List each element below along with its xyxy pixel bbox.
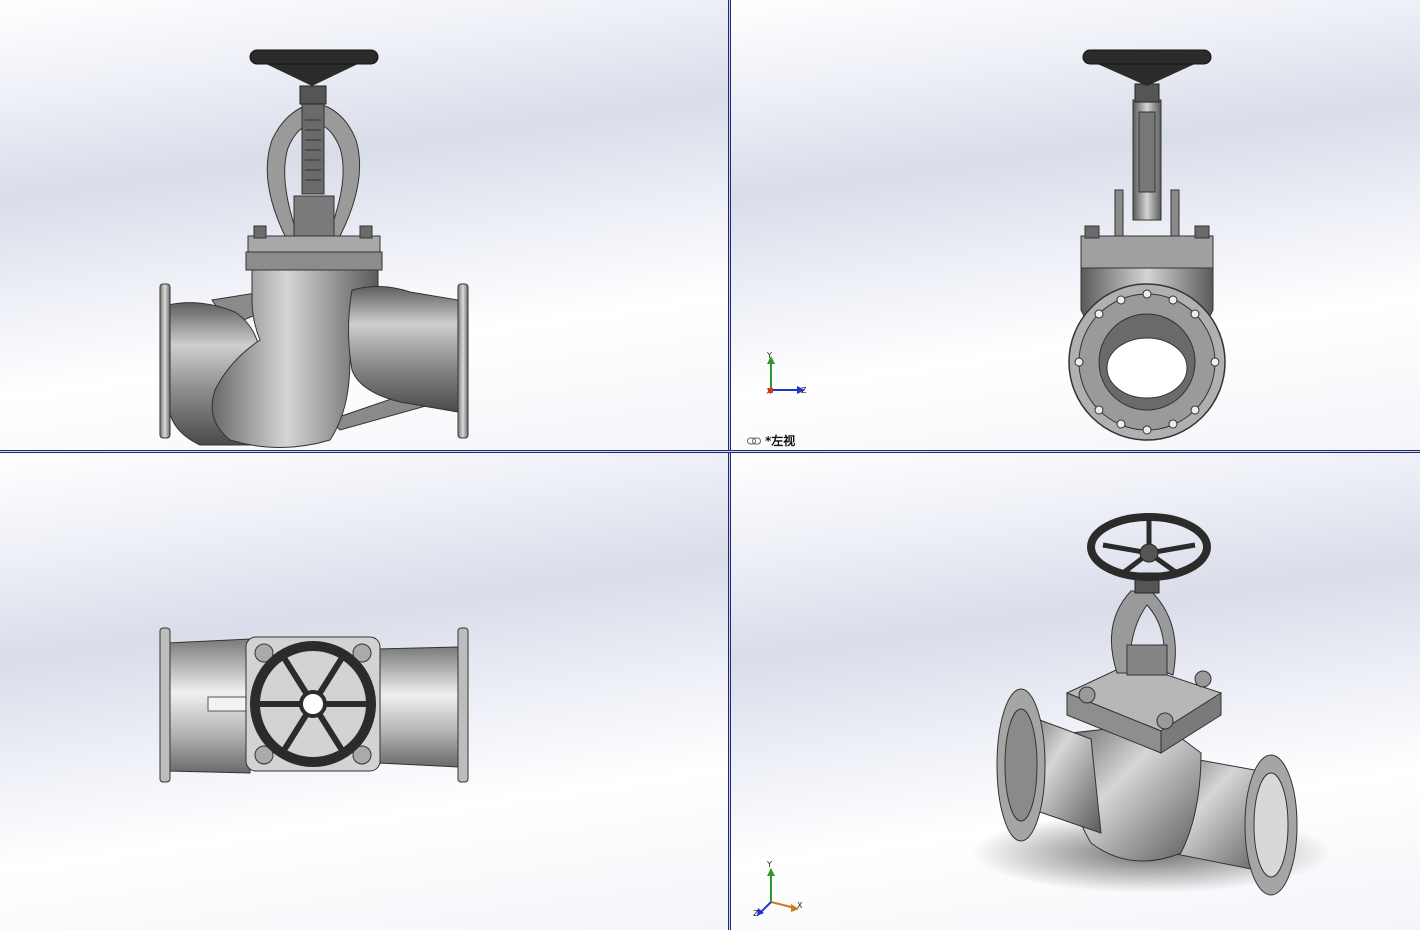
valve-isometric-view-model [971, 513, 1331, 896]
valve-left-view-model [1068, 49, 1226, 441]
triad-axis-y-label: Y [767, 860, 772, 869]
valve-front-view-model [159, 49, 469, 448]
solidworks-viewport-4view[interactable]: Y Z X *左视 Y X Z [0, 0, 1420, 930]
viewport-isometric[interactable]: Y X Z [731, 453, 1420, 930]
link-icon [747, 437, 761, 444]
viewport-front[interactable] [0, 0, 728, 450]
view-name-text: *左视 [765, 434, 796, 448]
viewport-splitter-horizontal[interactable] [0, 450, 1420, 453]
triad-axis-z-label: Z [753, 909, 759, 918]
viewport-left[interactable]: Y Z X *左视 [731, 0, 1420, 450]
triad-axis-x-label: X [797, 901, 803, 910]
viewport-top[interactable] [0, 453, 728, 930]
viewport-splitter-vertical[interactable] [728, 0, 731, 930]
view-name-label: *左视 [747, 432, 795, 449]
triad-axis-y-label: Y [767, 351, 772, 360]
valve-top-view-model [159, 627, 469, 783]
triad-axis-z-label: Z [801, 386, 807, 395]
triad-axis-x-label: X [766, 387, 772, 396]
